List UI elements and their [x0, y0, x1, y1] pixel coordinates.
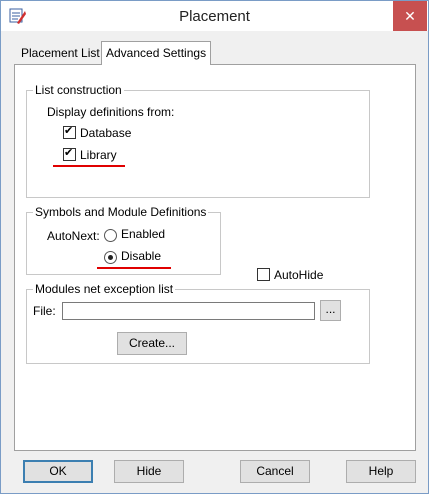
autohide-label[interactable]: AutoHide	[274, 268, 323, 282]
list-construction-label: List construction	[33, 83, 124, 97]
symbols-module-group: Symbols and Module Definitions AutoNext:…	[26, 205, 221, 275]
advanced-settings-panel: List construction Display definitions fr…	[14, 64, 416, 451]
modules-exception-group: Modules net exception list File: ... Cre…	[26, 282, 370, 364]
cancel-button[interactable]: Cancel	[240, 460, 310, 483]
enabled-label[interactable]: Enabled	[121, 227, 165, 241]
display-definitions-label: Display definitions from:	[47, 105, 175, 119]
title-bar[interactable]: Placement — ☐ ✕	[1, 1, 428, 31]
ok-button[interactable]: OK	[23, 460, 93, 483]
file-input[interactable]	[62, 302, 315, 320]
create-button[interactable]: Create...	[117, 332, 187, 355]
close-icon: ✕	[404, 8, 416, 24]
modules-exception-label: Modules net exception list	[33, 282, 176, 296]
library-annotation-underline	[53, 165, 125, 167]
library-label[interactable]: Library	[80, 148, 117, 162]
tab-placement-list[interactable]: Placement List	[17, 43, 104, 63]
database-label[interactable]: Database	[80, 126, 131, 140]
autonext-label: AutoNext:	[47, 229, 100, 243]
symbols-module-label: Symbols and Module Definitions	[33, 205, 209, 219]
library-checkbox[interactable]	[63, 146, 76, 161]
disable-label[interactable]: Disable	[121, 249, 161, 263]
minimize-button[interactable]: —	[321, 1, 355, 31]
hide-button[interactable]: Hide	[114, 460, 184, 483]
maximize-button[interactable]: ☐	[357, 1, 391, 31]
close-button[interactable]: ✕	[393, 1, 427, 31]
autohide-checkbox[interactable]	[257, 268, 270, 281]
placement-dialog: Placement — ☐ ✕ Placement List Advanced …	[0, 0, 429, 494]
browse-button[interactable]: ...	[320, 300, 341, 321]
list-construction-group: List construction Display definitions fr…	[26, 83, 370, 198]
disable-annotation-underline	[97, 267, 171, 269]
disable-radio[interactable]	[104, 251, 117, 264]
enabled-radio[interactable]	[104, 229, 117, 242]
database-checkbox[interactable]	[63, 124, 76, 139]
tab-advanced-settings[interactable]: Advanced Settings	[101, 41, 212, 65]
help-button[interactable]: Help	[346, 460, 416, 483]
dialog-client: Placement List Advanced Settings List co…	[8, 32, 421, 485]
file-label: File:	[33, 304, 56, 318]
